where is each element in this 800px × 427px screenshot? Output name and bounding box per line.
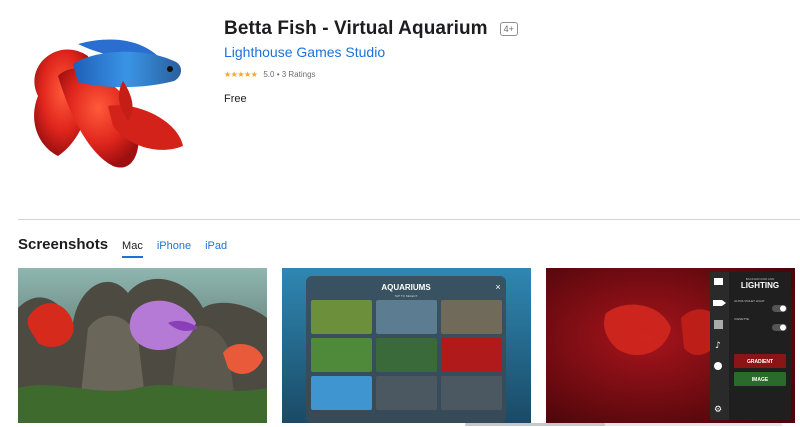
gear-icon[interactable]: ⚙ [714,405,722,415]
gradient-button-label: GRADIENT [747,359,773,365]
lighting-panel [729,272,791,420]
aquarium-tile-empty [441,376,502,410]
tab-mac[interactable]: Mac [122,240,143,258]
age-rating-badge: 4+ [499,22,518,36]
app-title: Betta Fish - Virtual Aquarium [224,18,488,39]
rating-text: 5.0 • 3 Ratings [263,70,316,79]
lighting-panel-title: LIGHTING [741,281,779,290]
scrollbar-thumb[interactable] [465,423,605,426]
rating-stars-icon: ★★★★★ [224,70,258,79]
aquarium-tile-empty [376,376,437,410]
clock-icon[interactable] [714,362,722,370]
app-icon [18,26,194,176]
aquarium-tile[interactable] [441,338,502,372]
platform-tabs: Mac iPhone iPad [122,240,227,258]
screenshot-1[interactable] [18,268,267,423]
aquarium-tile[interactable] [311,300,372,334]
aquarium-tile[interactable] [311,338,372,372]
aquarium-tile[interactable] [376,300,437,334]
app-title-row: Betta Fish - Virtual Aquarium 4+ [224,18,518,40]
vignette-label: VIGNETTE [734,317,749,321]
image-button-label: IMAGE [752,377,769,383]
music-icon[interactable]: ♪ [715,341,721,351]
aquarium-tile[interactable] [441,300,502,334]
aquarium-tile[interactable] [311,376,372,410]
vignette-toggle-knob [780,324,786,331]
tab-ipad[interactable]: iPad [205,240,227,258]
rating-row: ★★★★★ 5.0 • 3 Ratings [224,70,316,79]
screenshot-2[interactable]: AQUARIUMS TAP TO SELECT × [282,268,531,423]
price: Free [224,93,247,105]
aquariums-panel-subtitle: TAP TO SELECT [395,294,418,298]
aquariums-panel-title: AQUARIUMS [381,283,431,292]
screenshots-header: Screenshots Mac iPhone iPad [18,236,227,258]
ultra-violet-toggle-knob [780,305,786,312]
folder-icon[interactable] [714,278,723,285]
screenshot-3[interactable]: BACKGROUND AND LIGHTING ULTRA VIOLET LIG… [546,268,795,423]
section-title: Screenshots [18,236,109,253]
tab-iphone[interactable]: iPhone [157,240,191,258]
close-icon[interactable]: × [495,282,500,292]
aquarium-tile[interactable] [376,338,437,372]
ultra-violet-label: ULTRA VIOLET LIGHT [734,299,765,303]
pattern-icon[interactable] [714,320,723,329]
screenshots-scrollbar[interactable] [465,423,782,426]
section-divider [18,219,800,220]
developer-link[interactable]: Lighthouse Games Studio [224,44,385,60]
